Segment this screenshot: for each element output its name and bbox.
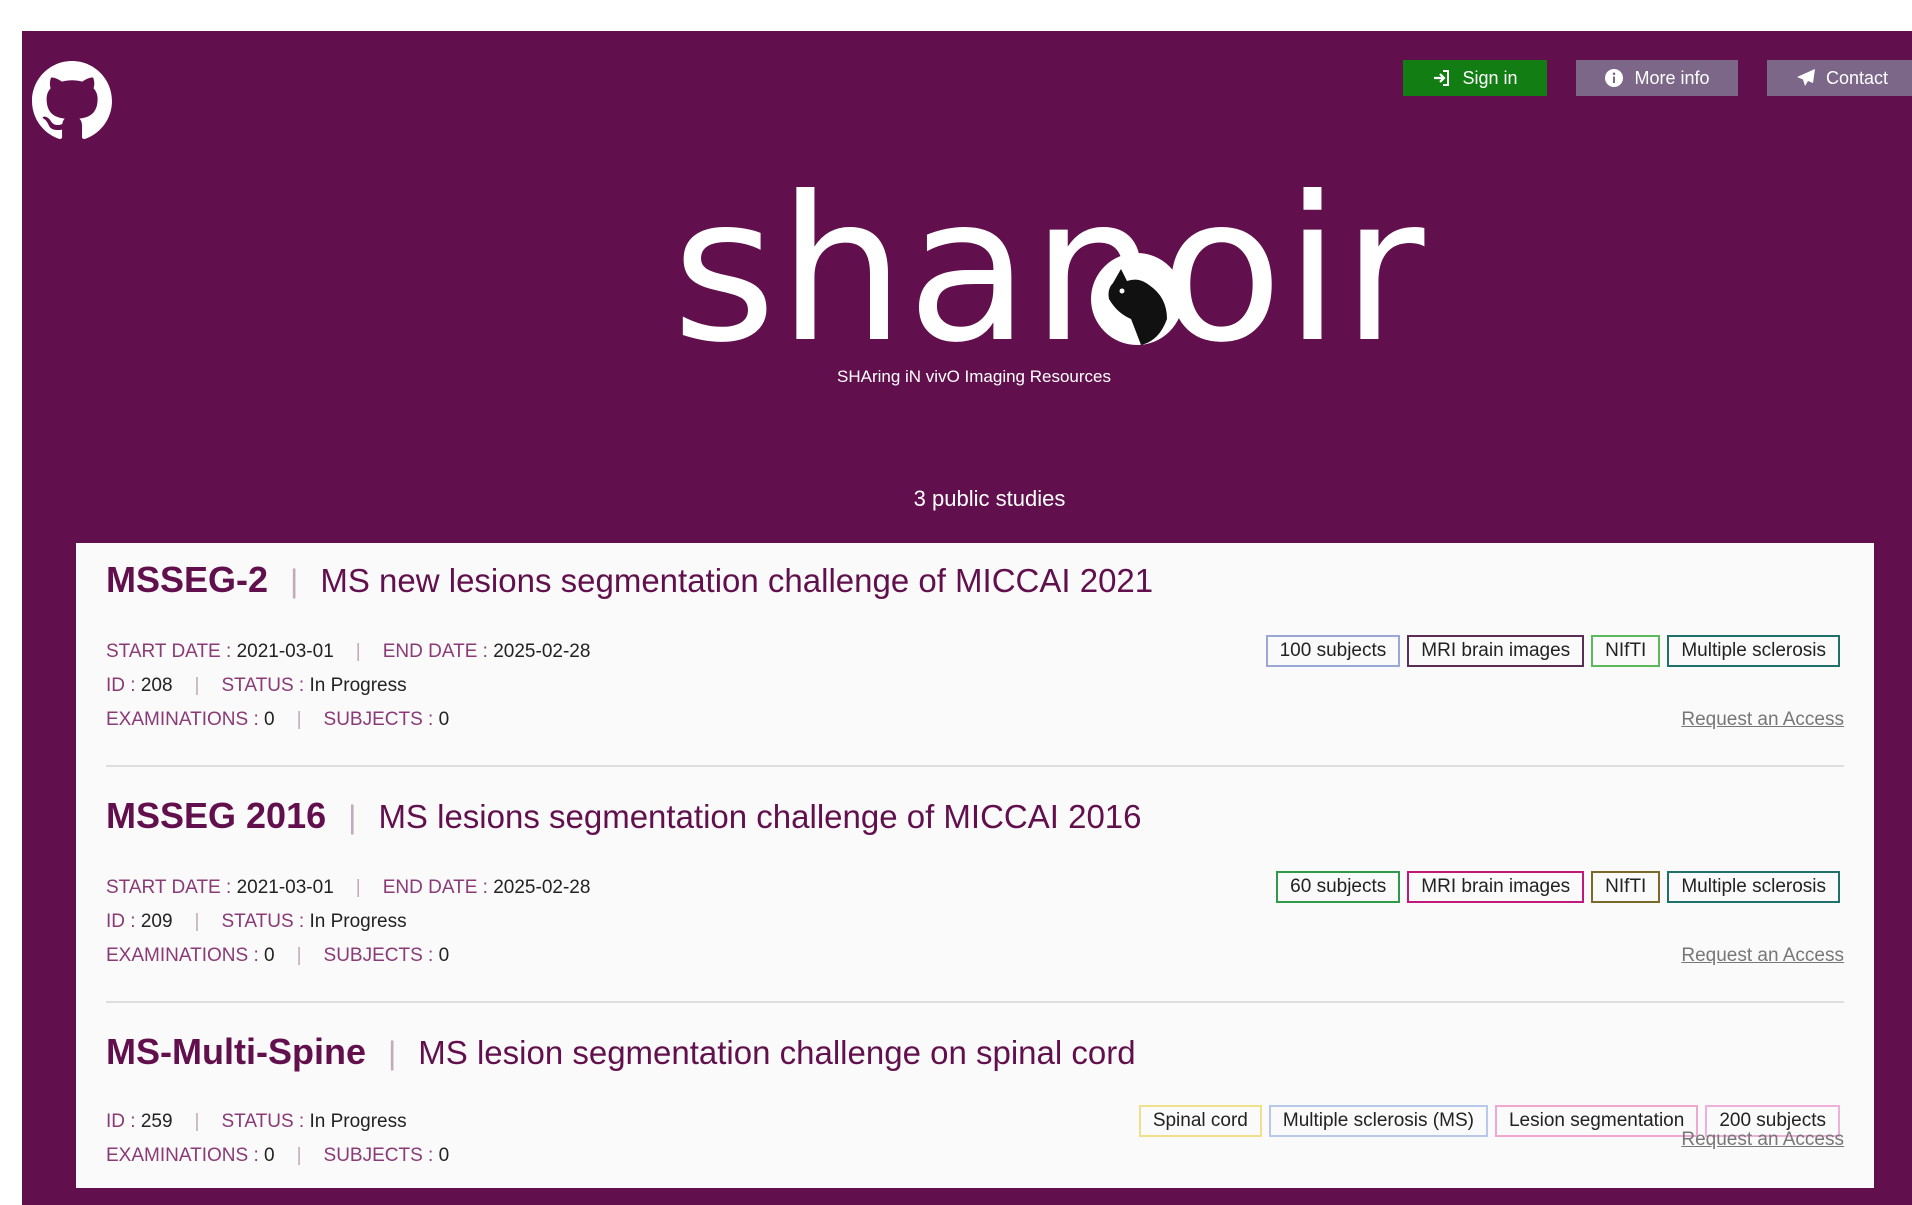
examinations-label: EXAMINATIONS <box>106 709 249 730</box>
subjects-value: 0 <box>438 709 450 730</box>
id-label: ID <box>106 1111 125 1132</box>
subjects-value: 0 <box>438 945 450 966</box>
study-tag: Multiple sclerosis (MS) <box>1268 1105 1488 1137</box>
logo-text: shanoir <box>672 154 1427 387</box>
studies-panel: MSSEG-2 | MS new lesions segmentation ch… <box>76 543 1874 1188</box>
study-code[interactable]: MS-Multi-Spine <box>106 1031 366 1073</box>
page-frame: Sign in More info Contact shanoir SHArin… <box>22 31 1912 1205</box>
study-id-status: ID : 208 | STATUS : In Progress <box>106 675 407 696</box>
start-date-label: START DATE <box>106 641 221 662</box>
shanoir-logo: shanoir <box>642 154 1424 401</box>
study-divider <box>106 1001 1844 1003</box>
title-separator: | <box>387 1035 397 1071</box>
study-tag: NIfTI <box>1591 871 1661 903</box>
study-tag: 60 subjects <box>1276 871 1401 903</box>
study-id-status: ID : 259 | STATUS : In Progress <box>106 1111 407 1132</box>
id-label: ID <box>106 911 125 932</box>
study-tag: Multiple sclerosis <box>1667 635 1840 667</box>
study-code[interactable]: MSSEG-2 <box>106 559 268 601</box>
study-tag: 100 subjects <box>1265 635 1401 667</box>
study-counts: EXAMINATIONS : 0 | SUBJECTS : 0 <box>106 709 450 730</box>
request-access-link[interactable]: Request an Access <box>1681 945 1844 967</box>
id-value: 208 <box>140 675 173 696</box>
study-title[interactable]: MS new lesions segmentation challenge of… <box>320 562 1153 600</box>
end-date-label: END DATE <box>382 641 478 662</box>
examinations-value: 0 <box>264 945 275 966</box>
study-title[interactable]: MS lesions segmentation challenge of MIC… <box>378 798 1141 836</box>
tagline: SHAring iN vivO Imaging Resources <box>837 367 1111 386</box>
id-label: ID <box>106 675 125 696</box>
sign-in-button[interactable]: Sign in <box>1403 60 1547 96</box>
study-tag: NIfTI <box>1591 635 1661 667</box>
study-tag: Lesion segmentation <box>1494 1105 1699 1137</box>
study-tags: 100 subjects MRI brain images NIfTI Multipl… <box>1265 635 1840 667</box>
more-info-button[interactable]: More info <box>1576 60 1738 96</box>
contact-button[interactable]: Contact <box>1767 60 1912 96</box>
status-value: In Progress <box>309 1111 407 1132</box>
start-date-value: 2021-03-01 <box>236 877 334 898</box>
sign-in-label: Sign in <box>1462 67 1518 88</box>
study-tag: MRI brain images <box>1407 871 1585 903</box>
id-value: 209 <box>140 911 173 932</box>
subjects-label: SUBJECTS <box>323 1145 423 1166</box>
title-separator: | <box>348 799 357 835</box>
start-date-label: START DATE <box>106 877 221 898</box>
status-value: In Progress <box>309 911 407 932</box>
examinations-label: EXAMINATIONS <box>106 1145 249 1166</box>
github-icon[interactable] <box>32 61 112 141</box>
subjects-value: 0 <box>438 1145 450 1166</box>
title-separator: | <box>290 563 299 599</box>
end-date-label: END DATE <box>382 877 478 898</box>
study-title-line: MSSEG-2 | MS new lesions segmentation ch… <box>106 559 1153 601</box>
status-label: STATUS <box>221 675 294 696</box>
paper-plane-icon <box>1797 69 1815 86</box>
sign-in-icon <box>1434 70 1450 86</box>
study-dates: START DATE : 2021-03-01 | END DATE : 2025-… <box>106 877 591 898</box>
examinations-label: EXAMINATIONS <box>106 945 249 966</box>
status-label: STATUS <box>221 911 294 932</box>
start-date-value: 2021-03-01 <box>236 641 334 662</box>
study-code[interactable]: MSSEG 2016 <box>106 795 326 837</box>
examinations-value: 0 <box>264 1145 275 1166</box>
study-title-line: MS-Multi-Spine | MS lesion segmentation … <box>106 1031 1136 1073</box>
top-nav: Sign in More info Contact <box>1403 60 1912 96</box>
end-date-value: 2025-02-28 <box>493 641 591 662</box>
more-info-label: More info <box>1634 67 1710 88</box>
study-dates: START DATE : 2021-03-01 | END DATE : 2025-… <box>106 641 591 662</box>
examinations-value: 0 <box>264 709 275 730</box>
request-access-link[interactable]: Request an Access <box>1681 709 1844 731</box>
id-value: 259 <box>140 1111 173 1132</box>
status-value: In Progress <box>309 675 407 696</box>
contact-label: Contact <box>1826 67 1889 88</box>
study-counts: EXAMINATIONS : 0 | SUBJECTS : 0 <box>106 1145 450 1166</box>
info-icon <box>1605 69 1624 87</box>
study-title[interactable]: MS lesion segmentation challenge on spin… <box>418 1034 1135 1072</box>
study-tag: Multiple sclerosis <box>1667 871 1840 903</box>
subjects-label: SUBJECTS <box>323 709 423 730</box>
study-tag: MRI brain images <box>1407 635 1585 667</box>
study-tag: Spinal cord <box>1138 1105 1262 1137</box>
study-counts: EXAMINATIONS : 0 | SUBJECTS : 0 <box>106 945 450 966</box>
subjects-label: SUBJECTS <box>323 945 423 966</box>
study-id-status: ID : 209 | STATUS : In Progress <box>106 911 407 932</box>
public-study-count: 3 public studies <box>913 486 1066 511</box>
study-tags: 60 subjects MRI brain images NIfTI Multiple… <box>1276 871 1840 903</box>
cat-icon <box>1091 253 1183 345</box>
status-label: STATUS <box>221 1111 294 1132</box>
end-date-value: 2025-02-28 <box>493 877 591 898</box>
study-divider <box>106 765 1844 767</box>
study-title-line: MSSEG 2016 | MS lesions segmentation cha… <box>106 795 1142 837</box>
request-access-link[interactable]: Request an Access <box>1681 1129 1844 1151</box>
